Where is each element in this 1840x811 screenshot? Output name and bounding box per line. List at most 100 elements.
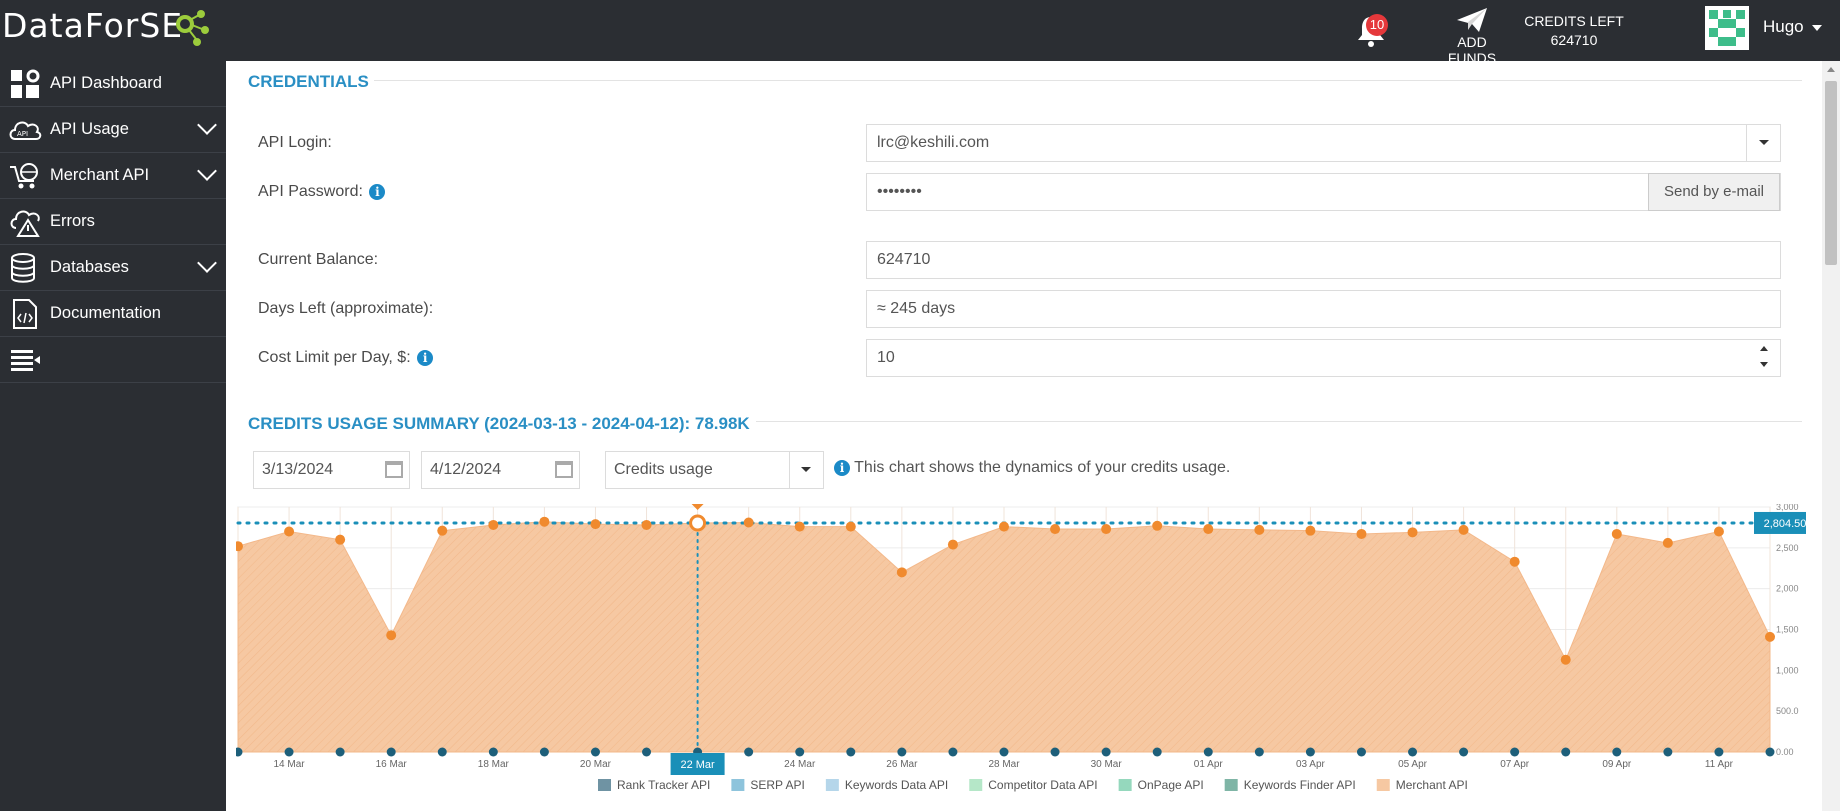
send-by-email-button[interactable]: Send by e-mail — [1648, 173, 1780, 211]
dropdown-arrow-icon[interactable] — [1746, 125, 1780, 161]
legend-swatch[interactable] — [1224, 779, 1238, 791]
user-menu[interactable]: Hugo — [1763, 17, 1822, 37]
legend-item[interactable]: OnPage API — [1138, 778, 1204, 792]
baseline-point[interactable] — [590, 747, 600, 757]
sidebar-item-merchant-api[interactable]: Merchant API — [0, 153, 226, 199]
data-point[interactable] — [999, 521, 1009, 532]
legend-item[interactable]: Keywords Finder API — [1244, 778, 1356, 792]
data-point[interactable] — [1101, 524, 1112, 535]
select-arrow[interactable] — [789, 452, 823, 488]
vertical-scrollbar[interactable] — [1822, 61, 1840, 811]
baseline-point[interactable] — [999, 747, 1009, 757]
calendar-icon[interactable] — [385, 461, 403, 478]
scrollbar-thumb[interactable] — [1825, 81, 1837, 265]
data-point[interactable] — [1509, 556, 1520, 567]
baseline-point[interactable] — [1305, 747, 1315, 757]
baseline-point[interactable] — [1254, 747, 1264, 757]
baseline-point[interactable] — [744, 747, 754, 757]
data-point[interactable] — [1305, 525, 1316, 536]
api-login-select[interactable]: lrc@keshili.com — [866, 124, 1781, 162]
data-point[interactable] — [743, 517, 754, 528]
baseline-point[interactable] — [1356, 747, 1366, 757]
legend-item[interactable]: Rank Tracker API — [617, 778, 710, 792]
data-point-highlighted[interactable] — [689, 514, 707, 532]
sidebar-item-api-usage[interactable]: API API Usage — [0, 107, 226, 153]
data-point[interactable] — [1254, 524, 1265, 535]
baseline-point[interactable] — [284, 747, 294, 757]
data-point[interactable] — [386, 630, 397, 641]
legend-swatch[interactable] — [731, 779, 745, 791]
info-icon[interactable]: i — [417, 349, 434, 366]
baseline-point[interactable] — [437, 747, 447, 757]
baseline-point[interactable] — [386, 747, 396, 757]
metric-select[interactable]: Credits usage — [605, 451, 824, 489]
chevron-down-icon[interactable] — [197, 253, 217, 273]
baseline-point[interactable] — [897, 747, 907, 757]
sidebar-item-errors[interactable]: Errors — [0, 199, 226, 245]
stepper-arrows-icon[interactable] — [1760, 344, 1770, 372]
data-point[interactable] — [794, 521, 805, 532]
sidebar-collapse-toggle[interactable] — [0, 337, 226, 383]
baseline-point[interactable] — [1459, 747, 1469, 757]
data-point[interactable] — [539, 516, 550, 527]
data-point[interactable] — [641, 519, 652, 530]
data-point[interactable] — [1611, 528, 1622, 539]
data-point[interactable] — [896, 567, 907, 578]
baseline-point[interactable] — [1203, 747, 1213, 757]
chevron-down-icon[interactable] — [197, 115, 217, 135]
baseline-point[interactable] — [1714, 747, 1724, 757]
data-point[interactable] — [1765, 631, 1775, 642]
data-point[interactable] — [947, 539, 958, 550]
sidebar-item-documentation[interactable]: Documentation — [0, 291, 226, 337]
legend-item[interactable]: Merchant API — [1396, 778, 1468, 792]
avatar[interactable] — [1705, 6, 1749, 50]
legend-item[interactable]: SERP API — [750, 778, 804, 792]
credits-usage-chart[interactable]: 0.00 500.0 1,000 1,500 2,000 2,500 3,000 14 Mar… — [236, 504, 1806, 804]
sidebar-item-api-dashboard[interactable]: API Dashboard — [0, 61, 226, 107]
data-point[interactable] — [284, 526, 295, 537]
data-point[interactable] — [1458, 524, 1469, 535]
date-to-input[interactable]: 4/12/2024 — [421, 451, 580, 489]
baseline-point[interactable] — [1101, 747, 1111, 757]
notification-badge[interactable]: 10 — [1366, 14, 1388, 36]
baseline-point[interactable] — [488, 747, 498, 757]
calendar-icon[interactable] — [555, 461, 573, 478]
date-from-input[interactable]: 3/13/2024 — [253, 451, 410, 489]
baseline-point[interactable] — [1612, 747, 1622, 757]
data-point[interactable] — [335, 534, 346, 545]
data-point[interactable] — [1560, 654, 1571, 665]
legend-swatch[interactable] — [969, 779, 983, 791]
add-funds-button[interactable]: ADD FUNDS — [1432, 4, 1512, 66]
legend-swatch[interactable] — [1118, 779, 1132, 791]
baseline-point[interactable] — [1765, 747, 1775, 757]
baseline-point[interactable] — [1152, 747, 1162, 757]
data-point[interactable] — [1203, 524, 1214, 535]
info-icon[interactable]: i — [369, 183, 386, 200]
baseline-point[interactable] — [642, 747, 652, 757]
data-point[interactable] — [1152, 520, 1163, 531]
baseline-point[interactable] — [1408, 747, 1418, 757]
baseline-point[interactable] — [1663, 747, 1673, 757]
baseline-point[interactable] — [539, 747, 549, 757]
chevron-down-icon[interactable] — [197, 161, 217, 181]
data-point[interactable] — [590, 519, 601, 530]
baseline-point[interactable] — [846, 747, 856, 757]
baseline-point[interactable] — [1561, 747, 1571, 757]
baseline-point[interactable] — [1510, 747, 1520, 757]
baseline-point[interactable] — [795, 747, 805, 757]
data-point[interactable] — [1407, 527, 1418, 538]
legend-item[interactable]: Competitor Data API — [988, 778, 1097, 792]
data-point[interactable] — [1050, 524, 1061, 535]
sidebar-item-databases[interactable]: Databases — [0, 245, 226, 291]
cost-limit-stepper[interactable]: 10 — [866, 339, 1781, 377]
legend-swatch[interactable] — [598, 779, 611, 791]
logo[interactable]: DataForSE — [2, 6, 209, 46]
baseline-point[interactable] — [1050, 747, 1060, 757]
baseline-point[interactable] — [948, 747, 958, 757]
legend-swatch[interactable] — [825, 779, 839, 791]
legend-swatch[interactable] — [1376, 779, 1390, 791]
info-icon[interactable]: i — [834, 459, 850, 476]
data-point[interactable] — [488, 519, 499, 530]
baseline-point[interactable] — [335, 747, 345, 757]
data-point[interactable] — [1713, 526, 1724, 537]
